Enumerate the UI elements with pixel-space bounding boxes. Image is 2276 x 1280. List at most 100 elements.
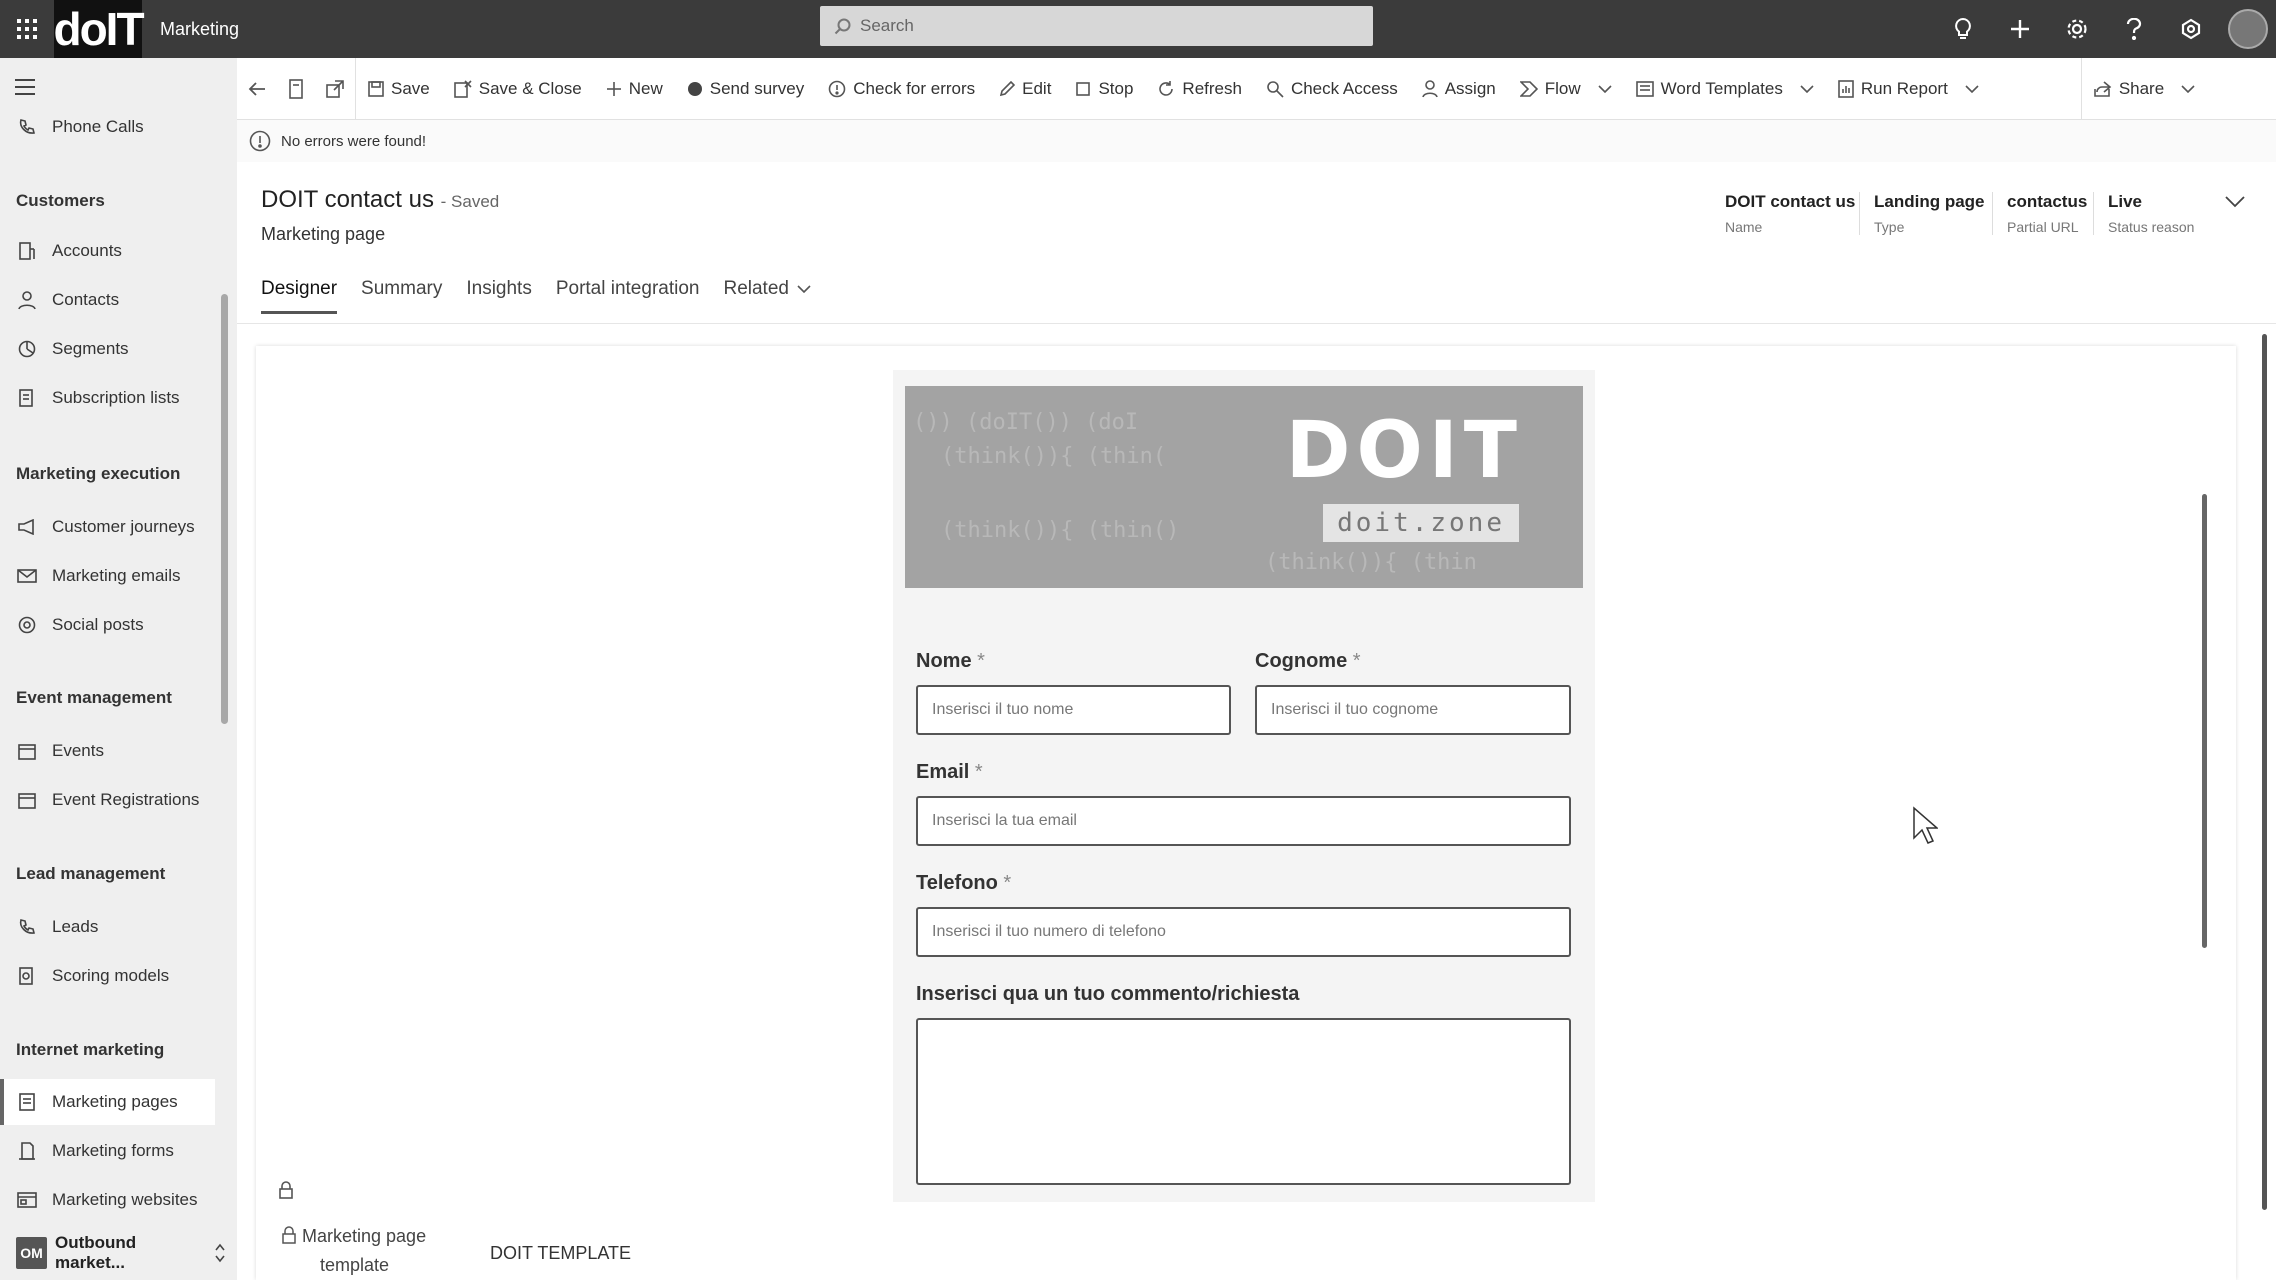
banner-code-text: (think()){ (thin( <box>941 444 1167 469</box>
back-button[interactable] <box>237 58 277 120</box>
hamburger-menu-icon[interactable] <box>14 78 36 96</box>
sidebar-item-marketing-emails[interactable]: Marketing emails <box>0 553 215 599</box>
send-survey-button[interactable]: Send survey <box>675 58 817 120</box>
header-field-name[interactable]: DOIT contact us Name <box>1711 192 1869 235</box>
sidebar-item-segments[interactable]: Segments <box>0 326 215 372</box>
document-icon <box>288 78 304 99</box>
cognome-input[interactable]: Inserisci il tuo cognome <box>1255 685 1571 735</box>
save-close-button[interactable]: Save & Close <box>442 58 594 120</box>
social-icon <box>16 616 38 634</box>
website-icon <box>16 1192 38 1208</box>
search-input[interactable]: Search <box>820 6 1373 46</box>
field-label-text: Email <box>916 761 970 783</box>
header-banner-image[interactable]: ()) (doIT()) (doI (think()){ (thin( (thi… <box>905 386 1583 588</box>
sidebar-item-accounts[interactable]: Accounts <box>0 228 215 274</box>
record-header: DOIT contact us - Saved Marketing page D… <box>237 162 2276 324</box>
search-placeholder: Search <box>860 16 914 35</box>
page-scrollbar[interactable] <box>2262 334 2267 1210</box>
area-switcher[interactable]: OM Outbound market... <box>16 1226 226 1280</box>
lightbulb-icon[interactable] <box>1934 0 1991 58</box>
flow-label: Flow <box>1544 78 1581 98</box>
cognome-label: Cognome * <box>1255 650 1361 673</box>
avatar <box>2227 9 2268 49</box>
sidebar-item-marketing-pages[interactable]: Marketing pages <box>0 1079 215 1125</box>
send-survey-label: Send survey <box>709 78 805 98</box>
app-launcher-icon[interactable] <box>0 0 54 58</box>
sidebar-item-phone-calls[interactable]: Phone Calls <box>0 104 215 150</box>
sidebar-item-leads[interactable]: Leads <box>0 904 215 950</box>
tab-portal-integration[interactable]: Portal integration <box>556 278 700 314</box>
save-button[interactable]: Save <box>356 58 442 120</box>
report-icon <box>1838 79 1854 98</box>
search-icon <box>834 17 852 35</box>
template-field-label: Marketing page template <box>282 1222 426 1280</box>
word-templates-button[interactable]: Word Templates <box>1624 58 1826 120</box>
banner-code-text: (think()){ (thin <box>1265 550 1477 575</box>
sidebar-item-subscription-lists[interactable]: Subscription lists <box>0 375 215 421</box>
email-label: Email * <box>916 761 983 784</box>
stop-button[interactable]: Stop <box>1063 58 1145 120</box>
edit-button[interactable]: Edit <box>987 58 1063 120</box>
header-field-partial-url[interactable]: contactus Partial URL <box>1992 192 2101 235</box>
assign-button[interactable]: Assign <box>1410 58 1508 120</box>
sidebar-item-events[interactable]: Events <box>0 728 215 774</box>
megaphone-icon <box>16 519 38 535</box>
header-field-label: Status reason <box>2108 219 2195 235</box>
plus-icon[interactable] <box>1991 0 2048 58</box>
tab-insights[interactable]: Insights <box>466 278 531 314</box>
input-placeholder: Inserisci il tuo nome <box>932 701 1074 718</box>
flow-button[interactable]: Flow <box>1508 58 1624 120</box>
telefono-input[interactable]: Inserisci il tuo numero di telefono <box>916 907 1571 957</box>
sidebar-item-label: Segments <box>52 339 129 358</box>
page-title: DOIT contact us - Saved <box>261 186 499 214</box>
header-field-type[interactable]: Landing page Type <box>1859 192 1999 235</box>
sidebar-item-label: Events <box>52 741 104 760</box>
banner-code-text: (think()){ (thin() <box>941 518 1180 543</box>
new-button[interactable]: New <box>594 58 675 120</box>
designer-scrollbar[interactable] <box>2202 494 2207 948</box>
sidebar-item-event-registrations[interactable]: Event Registrations <box>0 777 215 823</box>
assistant-icon[interactable] <box>2162 0 2219 58</box>
share-button[interactable]: Share <box>2082 58 2207 120</box>
header-field-label: Name <box>1725 219 1763 235</box>
lock-icon <box>278 1180 294 1200</box>
run-report-button[interactable]: Run Report <box>1826 58 1991 120</box>
sidebar-item-label: Marketing emails <box>52 566 181 585</box>
run-report-label: Run Report <box>1860 78 1948 98</box>
expand-header-chevron-icon[interactable] <box>2225 196 2245 208</box>
sidebar-item-marketing-websites[interactable]: Marketing websites <box>0 1177 215 1223</box>
check-errors-button[interactable]: Check for errors <box>816 58 987 120</box>
command-bar: Save Save & Close New Send survey Check … <box>237 57 2276 120</box>
check-access-button[interactable]: Check Access <box>1254 58 1410 120</box>
sidebar-item-social-posts[interactable]: Social posts <box>0 602 215 648</box>
email-input[interactable]: Inserisci la tua email <box>916 796 1571 846</box>
info-icon <box>828 80 846 98</box>
sidebar-group-lead-management: Lead management <box>16 864 166 883</box>
refresh-button[interactable]: Refresh <box>1145 58 1254 120</box>
assign-label: Assign <box>1444 78 1496 98</box>
sidebar-item-scoring-models[interactable]: Scoring models <box>0 953 215 999</box>
header-field-status-reason[interactable]: Live Status reason <box>2093 192 2208 235</box>
page-icon <box>16 1092 38 1112</box>
tab-designer[interactable]: Designer <box>261 278 338 314</box>
sidebar-item-marketing-forms[interactable]: Marketing forms <box>0 1128 215 1174</box>
sidebar-item-customer-journeys[interactable]: Customer journeys <box>0 504 215 550</box>
user-avatar[interactable] <box>2219 0 2276 58</box>
gear-icon[interactable] <box>2048 0 2105 58</box>
sidebar-scrollbar[interactable] <box>221 294 228 724</box>
calendar-icon <box>16 742 38 760</box>
tab-related[interactable]: Related <box>723 278 811 314</box>
app-name[interactable]: Marketing <box>160 19 239 40</box>
open-new-window-button[interactable] <box>315 58 355 120</box>
entity-name: Marketing page <box>261 224 386 244</box>
required-marker: * <box>974 761 983 783</box>
share-icon <box>2094 80 2112 97</box>
input-placeholder: Inserisci il tuo numero di telefono <box>932 923 1166 940</box>
tab-summary[interactable]: Summary <box>361 278 442 314</box>
help-icon[interactable] <box>2105 0 2162 58</box>
form-view-button[interactable] <box>277 58 315 120</box>
top-bar: doIT Marketing Search <box>0 0 2276 58</box>
sidebar-item-contacts[interactable]: Contacts <box>0 277 215 323</box>
nome-input[interactable]: Inserisci il tuo nome <box>916 685 1231 735</box>
commento-textarea[interactable] <box>916 1018 1571 1185</box>
